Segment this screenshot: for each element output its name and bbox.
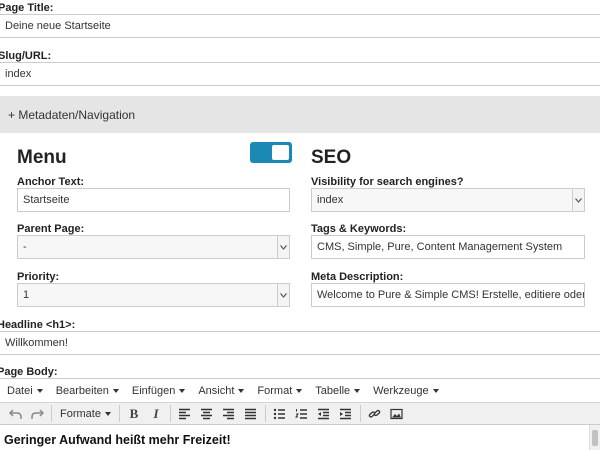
editor-menubar: Datei Bearbeiten Einfügen Ansicht Format… <box>0 378 600 402</box>
priority-label: Priority: <box>17 271 60 283</box>
toolbar-divider <box>51 405 52 422</box>
bullet-list-icon[interactable] <box>269 404 291 423</box>
menu-label: Datei <box>7 384 33 397</box>
editor-content-heading: Geringer Aufwand heißt mehr Freizeit! <box>4 433 231 447</box>
metadata-navigation-toggle[interactable]: + Metadaten/Navigation <box>0 96 600 133</box>
menu-einfuegen[interactable]: Einfügen <box>131 384 186 397</box>
menu-tabelle[interactable]: Tabelle <box>315 384 361 397</box>
page-body-label: Page Body: <box>0 366 58 378</box>
formats-dropdown[interactable]: Formate <box>55 404 116 423</box>
menu-datei[interactable]: Datei <box>7 385 43 397</box>
caret-down-icon <box>432 388 439 393</box>
menu-label: Format <box>257 384 293 397</box>
tags-keywords-input[interactable]: CMS, Simple, Pure, Content Management Sy… <box>311 235 585 259</box>
chevron-down-icon[interactable] <box>277 284 289 306</box>
menu-ansicht[interactable]: Ansicht <box>198 384 245 397</box>
editor-toolbar: Formate B I <box>0 402 600 425</box>
meta-description-input[interactable]: Welcome to Pure & Simple CMS! Erstelle, … <box>311 283 585 307</box>
editor-scrollbar[interactable] <box>589 425 600 450</box>
menu-label: Bearbeiten <box>55 384 109 397</box>
formats-label: Formate <box>60 407 101 420</box>
toolbar-divider <box>359 405 361 422</box>
italic-button[interactable]: I <box>145 404 167 423</box>
menu-label: Ansicht <box>198 384 235 397</box>
bold-button[interactable]: B <box>123 404 145 423</box>
slug-label: Slug/URL: <box>0 50 52 62</box>
toolbar-divider <box>264 405 266 422</box>
toolbar-divider <box>169 405 171 422</box>
page-title-input[interactable]: Deine neue Startseite <box>0 14 600 38</box>
undo-icon[interactable] <box>4 404 26 423</box>
visibility-select[interactable]: index <box>311 188 585 212</box>
menu-format[interactable]: Format <box>257 384 303 397</box>
parent-page-label: Parent Page: <box>17 223 85 235</box>
align-right-icon[interactable] <box>218 404 240 423</box>
caret-down-icon <box>296 388 303 393</box>
parent-page-value: - <box>23 241 27 253</box>
indent-icon[interactable] <box>335 404 357 423</box>
menu-label: Einfügen <box>131 384 176 397</box>
editor-content-area[interactable]: Geringer Aufwand heißt mehr Freizeit! <box>0 425 600 450</box>
menu-label: Werkzeuge <box>373 384 429 397</box>
slug-input[interactable]: index <box>0 62 600 86</box>
align-left-icon[interactable] <box>174 404 196 423</box>
anchor-text-input[interactable]: Startseite <box>17 188 290 212</box>
caret-down-icon <box>104 411 111 416</box>
menu-heading: Menu <box>17 147 67 168</box>
caret-down-icon <box>36 388 43 393</box>
meta-description-label: Meta Description: <box>311 271 404 283</box>
anchor-text-label: Anchor Text: <box>17 176 85 188</box>
outdent-icon[interactable] <box>313 404 335 423</box>
menu-werkzeuge[interactable]: Werkzeuge <box>373 384 439 397</box>
visibility-label: Visibility for search engines? <box>311 176 464 188</box>
align-center-icon[interactable] <box>196 404 218 423</box>
redo-icon[interactable] <box>26 404 48 423</box>
chevron-down-icon[interactable] <box>572 189 584 211</box>
priority-select[interactable]: 1 <box>17 283 290 307</box>
visibility-value: index <box>317 194 344 206</box>
headline-input[interactable]: Willkommen! <box>0 331 600 355</box>
caret-down-icon <box>354 388 361 393</box>
numbered-list-icon[interactable] <box>291 404 313 423</box>
tags-keywords-label: Tags & Keywords: <box>311 223 407 235</box>
menu-bearbeiten[interactable]: Bearbeiten <box>56 385 119 397</box>
headline-label: Headline <h1>: <box>0 319 76 331</box>
image-icon[interactable] <box>386 404 408 423</box>
caret-down-icon <box>238 388 245 393</box>
caret-down-icon <box>112 388 119 393</box>
metadata-navigation-label: + Metadaten/Navigation <box>8 107 136 122</box>
page-title-label: Page Title: <box>0 2 54 14</box>
align-justify-icon[interactable] <box>240 404 262 423</box>
scrollbar-thumb[interactable] <box>592 430 598 446</box>
toggle-knob <box>272 145 289 160</box>
link-icon[interactable] <box>364 404 386 423</box>
chevron-down-icon[interactable] <box>277 236 289 258</box>
seo-heading: SEO <box>311 147 352 168</box>
caret-down-icon <box>179 388 186 393</box>
menu-label: Tabelle <box>315 384 351 397</box>
priority-value: 1 <box>23 289 30 301</box>
toolbar-divider <box>118 405 120 422</box>
parent-page-select[interactable]: - <box>17 235 290 259</box>
menu-toggle-switch[interactable] <box>250 142 292 163</box>
